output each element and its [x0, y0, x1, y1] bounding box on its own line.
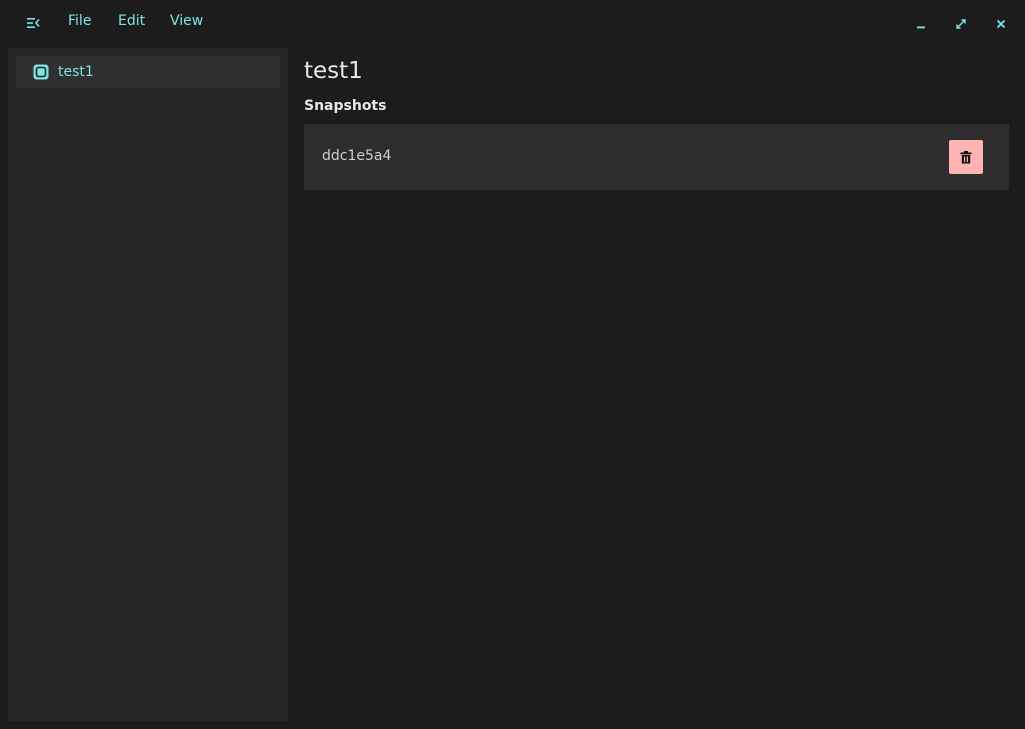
trash-icon [960, 150, 972, 163]
menu-edit[interactable]: Edit [118, 13, 145, 29]
menu-collapse-icon[interactable] [22, 12, 44, 34]
menu-view[interactable]: View [170, 13, 203, 29]
sidebar-item-test1[interactable]: test1 [16, 56, 280, 88]
snapshot-id: ddc1e5a4 [322, 148, 392, 164]
maximize-button[interactable] [950, 13, 972, 35]
sidebar-item-label: test1 [58, 64, 94, 80]
sidebar: test1 [8, 48, 288, 721]
close-icon [996, 19, 1006, 29]
menu-file[interactable]: File [68, 13, 91, 29]
title-bar: File Edit View [0, 0, 1025, 46]
close-button[interactable] [990, 13, 1012, 35]
minimize-button[interactable] [910, 13, 932, 35]
page-title: test1 [304, 58, 363, 84]
delete-snapshot-button[interactable] [949, 140, 983, 174]
minimize-icon [917, 26, 925, 29]
snapshot-row: ddc1e5a4 [304, 124, 1009, 190]
maximize-icon [956, 19, 966, 29]
section-title-snapshots: Snapshots [304, 98, 387, 114]
volume-icon [33, 64, 49, 80]
